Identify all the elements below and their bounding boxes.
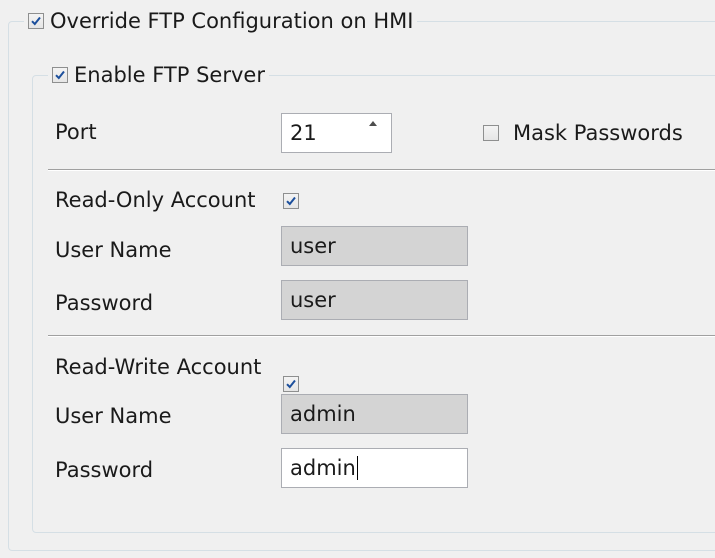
read-only-password-value: user	[290, 288, 336, 312]
override-ftp-legend: Override FTP Configuration on HMI	[24, 9, 418, 33]
checkmark-icon	[55, 70, 65, 80]
separator	[48, 169, 715, 171]
mask-passwords-checkbox[interactable]	[483, 125, 499, 141]
mask-passwords-option[interactable]: Mask Passwords	[483, 121, 683, 145]
read-only-password-label: Password	[55, 291, 154, 315]
checkmark-icon	[31, 16, 41, 26]
read-write-username-field[interactable]: admin	[281, 394, 468, 434]
override-ftp-label: Override FTP Configuration on HMI	[50, 9, 414, 33]
port-spinner[interactable]: 21	[281, 113, 392, 153]
checkmark-icon	[286, 196, 296, 206]
read-only-password-field[interactable]: user	[281, 280, 468, 320]
read-write-password-value: admin	[290, 456, 356, 480]
mask-passwords-label: Mask Passwords	[513, 121, 683, 145]
port-label: Port	[55, 120, 97, 144]
read-write-password-field[interactable]: admin	[281, 448, 468, 488]
enable-ftp-server-checkbox[interactable]	[52, 67, 68, 83]
spin-up-icon[interactable]	[369, 121, 377, 126]
read-write-password-label: Password	[55, 458, 154, 482]
ftp-server-legend: Enable FTP Server	[48, 63, 269, 87]
enable-ftp-server-label: Enable FTP Server	[74, 63, 265, 87]
read-only-username-label: User Name	[55, 238, 172, 262]
read-write-account-checkbox[interactable]	[283, 376, 299, 392]
read-only-account-checkbox[interactable]	[283, 193, 299, 209]
separator	[48, 335, 715, 337]
checkmark-icon	[286, 379, 296, 389]
read-only-username-value: user	[290, 234, 336, 258]
read-only-username-field[interactable]: user	[281, 226, 468, 266]
read-write-username-label: User Name	[55, 404, 172, 428]
text-cursor	[356, 456, 358, 480]
port-value: 21	[290, 121, 317, 145]
read-write-username-value: admin	[290, 402, 356, 426]
read-only-account-label: Read-Only Account	[55, 188, 256, 212]
read-write-account-label: Read-Write Account	[55, 355, 262, 379]
override-ftp-checkbox[interactable]	[28, 13, 44, 29]
